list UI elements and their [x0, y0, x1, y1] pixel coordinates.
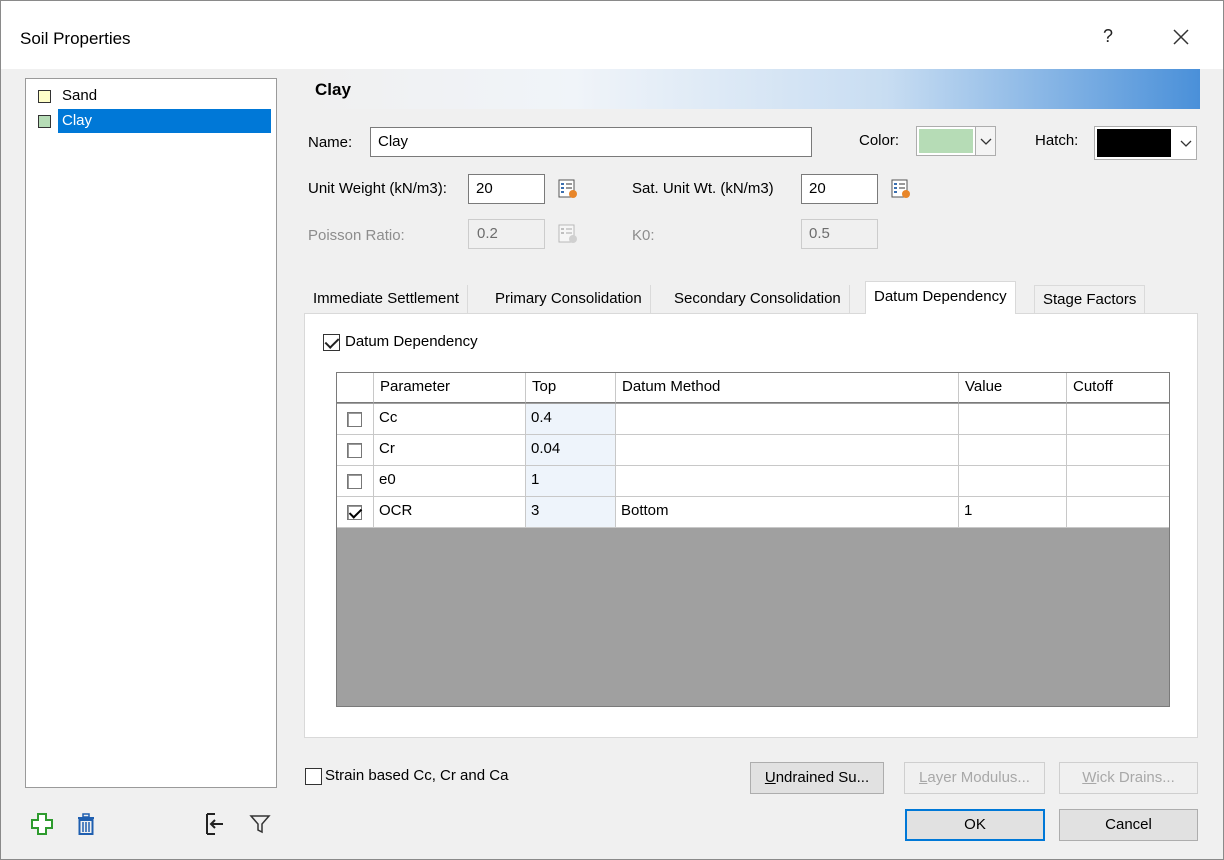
table-cell-cutoff[interactable] [1067, 497, 1169, 528]
row-checkbox-cr[interactable] [347, 443, 362, 458]
k0-label: K0: [632, 227, 655, 244]
table-cell-parameter: e0 [374, 466, 526, 497]
table-cell-parameter: Cc [374, 404, 526, 435]
table-cell-method[interactable] [616, 435, 959, 466]
chevron-down-icon [975, 127, 995, 155]
table-cell-value[interactable] [959, 404, 1067, 435]
calculator-icon[interactable] [890, 178, 912, 200]
undrained-su-button[interactable]: Undrained Su... [750, 762, 884, 794]
table-cell-parameter: OCR [374, 497, 526, 528]
datum-dependency-label: Datum Dependency [345, 333, 478, 350]
tab-primary-consolidation[interactable]: Primary Consolidation [487, 285, 651, 313]
table-cell-value[interactable] [959, 435, 1067, 466]
color-picker[interactable] [916, 126, 996, 156]
strain-based-label: Strain based Cc, Cr and Ca [325, 767, 509, 784]
material-title: Clay [315, 80, 351, 99]
add-icon[interactable] [29, 811, 55, 837]
sand-color-swatch [38, 89, 51, 103]
header-band [305, 69, 1200, 109]
clay-color-swatch [38, 114, 51, 128]
table-row-select [337, 435, 374, 466]
row-checkbox-e0[interactable] [347, 474, 362, 489]
sat-unit-wt-label: Sat. Unit Wt. (kN/m3) [632, 180, 774, 197]
window-title: Soil Properties [20, 29, 131, 48]
table-row-select [337, 404, 374, 435]
import-icon[interactable] [201, 811, 227, 837]
layer-modulus-button[interactable]: Layer Modulus... [904, 762, 1045, 794]
table-cell-cutoff[interactable] [1067, 435, 1169, 466]
delete-icon[interactable] [73, 811, 99, 837]
sat-unit-wt-input[interactable]: 20 [801, 174, 878, 204]
ok-button[interactable]: OK [905, 809, 1045, 841]
table-cell-method[interactable] [616, 404, 959, 435]
hatch-label: Hatch: [1035, 132, 1079, 149]
tree-item-sand[interactable]: Sand [38, 84, 101, 108]
calculator-icon[interactable] [557, 178, 579, 200]
datum-dependency-checkbox[interactable] [323, 334, 340, 351]
table-cell-method[interactable] [616, 466, 959, 497]
tab-stage-factors[interactable]: Stage Factors [1034, 285, 1146, 313]
table-cell-value[interactable] [959, 466, 1067, 497]
datum-grid: Parameter Top Datum Method Value Cutoff … [336, 372, 1170, 707]
unit-weight-label: Unit Weight (kN/m3): [308, 180, 447, 197]
hatch-picker[interactable] [1094, 126, 1197, 160]
table-cell-method[interactable]: Bottom [616, 497, 959, 528]
strain-based-checkbox[interactable] [305, 768, 322, 785]
table-cell-cutoff[interactable] [1067, 466, 1169, 497]
poisson-ratio-input[interactable]: 0.2 [468, 219, 545, 249]
grid-header-parameter: Parameter [374, 373, 526, 403]
row-checkbox-ocr[interactable] [347, 505, 362, 520]
filter-icon[interactable] [247, 811, 273, 837]
close-icon[interactable] [1167, 23, 1195, 51]
help-button[interactable]: ? [1095, 23, 1121, 49]
title-bar: Soil Properties ? [1, 1, 1223, 69]
hatch-swatch [1097, 129, 1171, 157]
poisson-ratio-label: Poisson Ratio: [308, 227, 405, 244]
tree-item-label: Clay [58, 109, 271, 133]
soil-list: Sand Clay [25, 78, 277, 788]
grid-header-datum-method: Datum Method [616, 373, 959, 403]
color-swatch [919, 129, 973, 153]
unit-weight-input[interactable]: 20 [468, 174, 545, 204]
name-label: Name: [308, 134, 353, 151]
grid-header-select [337, 373, 374, 403]
tab-immediate-settlement[interactable]: Immediate Settlement [305, 285, 468, 313]
table-row-select [337, 497, 374, 528]
grid-header-top: Top [526, 373, 616, 403]
tree-item-label: Sand [62, 87, 98, 104]
table-cell-top[interactable]: 0.04 [526, 435, 616, 466]
table-cell-parameter: Cr [374, 435, 526, 466]
soil-properties-dialog: Soil Properties ? Sand Clay Clay Name: C… [0, 0, 1224, 860]
grid-header-value: Value [959, 373, 1067, 403]
color-label: Color: [859, 132, 900, 149]
table-cell-top[interactable]: 3 [526, 497, 616, 528]
row-checkbox-cc[interactable] [347, 412, 362, 427]
grid-header-cutoff: Cutoff [1067, 373, 1169, 403]
table-cell-value[interactable]: 1 [959, 497, 1067, 528]
table-cell-cutoff[interactable] [1067, 404, 1169, 435]
table-cell-top[interactable]: 0.4 [526, 404, 616, 435]
table-row-select [337, 466, 374, 497]
tab-secondary-consolidation[interactable]: Secondary Consolidation [666, 285, 850, 313]
table-cell-top[interactable]: 1 [526, 466, 616, 497]
name-input[interactable]: Clay [370, 127, 812, 157]
k0-input[interactable]: 0.5 [801, 219, 878, 249]
cancel-button[interactable]: Cancel [1059, 809, 1198, 841]
wick-drains-button[interactable]: Wick Drains... [1059, 762, 1198, 794]
tree-item-clay[interactable]: Clay [38, 109, 271, 133]
calculator-icon [557, 223, 579, 245]
chevron-down-icon [1176, 127, 1196, 159]
tab-datum-dependency[interactable]: Datum Dependency [865, 281, 1016, 314]
